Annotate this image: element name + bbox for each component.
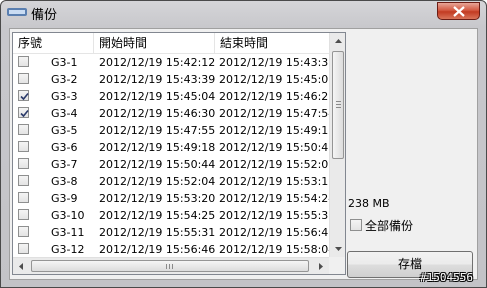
- scroll-left-icon[interactable]: [13, 258, 30, 275]
- horizontal-scrollbar[interactable]: [13, 257, 329, 275]
- table-row[interactable]: G3-7 2012/12/19 15:50:44 2012/12/19 15:52:…: [13, 156, 335, 173]
- scroll-corner: [329, 257, 345, 274]
- row-end-time: 2012/12/19 15:45:03: [219, 73, 336, 86]
- column-header-end[interactable]: 結束時間: [215, 33, 329, 53]
- row-checkbox[interactable]: [18, 158, 29, 169]
- row-id: G3-11: [51, 226, 85, 239]
- table-row[interactable]: G3-11 2012/12/19 15:55:31 2012/12/19 15:56…: [13, 224, 335, 241]
- row-checkbox[interactable]: [18, 56, 29, 67]
- table-row[interactable]: G3-1 2012/12/19 15:42:12 2012/12/19 15:43:…: [13, 54, 335, 71]
- row-id: G3-12: [51, 243, 85, 256]
- row-checkbox[interactable]: [18, 141, 29, 152]
- row-start-time: 2012/12/19 15:43:39: [99, 73, 216, 86]
- column-header-start[interactable]: 開始時間: [94, 33, 214, 53]
- row-id: G3-8: [51, 175, 78, 188]
- row-id: G3-2: [51, 73, 78, 86]
- list-header: 序號 開始時間 結束時間: [13, 33, 329, 54]
- backup-all-checkbox[interactable]: [350, 219, 362, 231]
- row-checkbox[interactable]: [18, 107, 29, 118]
- row-end-time: 2012/12/19 15:49:17: [219, 124, 336, 137]
- vertical-scroll-thumb[interactable]: [332, 51, 344, 159]
- row-start-time: 2012/12/19 15:54:25: [99, 209, 216, 222]
- app-icon: [7, 8, 27, 16]
- row-end-time: 2012/12/19 15:53:19: [219, 175, 336, 188]
- row-start-time: 2012/12/19 15:55:31: [99, 226, 216, 239]
- row-id: G3-3: [51, 90, 78, 103]
- backup-list: 序號 開始時間 結束時間 G3-1 2012/12/19 15:42:12 2012…: [12, 32, 346, 275]
- row-end-time: 2012/12/19 15:58:04: [219, 243, 336, 256]
- dialog-body: 序號 開始時間 結束時間 G3-1 2012/12/19 15:42:12 2012…: [9, 28, 478, 280]
- row-checkbox[interactable]: [18, 243, 29, 254]
- row-checkbox[interactable]: [18, 226, 29, 237]
- row-checkbox[interactable]: [18, 209, 29, 220]
- row-start-time: 2012/12/19 15:45:04: [99, 90, 216, 103]
- row-end-time: 2012/12/19 15:56:45: [219, 226, 336, 239]
- window-title: 備份: [31, 8, 58, 23]
- grip-line: [166, 264, 167, 269]
- row-id: G3-9: [51, 192, 78, 205]
- row-start-time: 2012/12/19 15:52:04: [99, 175, 216, 188]
- scroll-down-icon[interactable]: [330, 240, 346, 257]
- row-end-time: 2012/12/19 15:47:54: [219, 107, 336, 120]
- backup-all-label[interactable]: 全部備份: [365, 217, 413, 234]
- row-start-time: 2012/12/19 15:46:30: [99, 107, 216, 120]
- row-checkbox[interactable]: [18, 90, 29, 101]
- backup-window: 備份 序號 開始時間 結束時間 G3-1 2012/12/19 15:42:12 2…: [0, 0, 487, 288]
- horizontal-scroll-thumb[interactable]: [31, 260, 309, 272]
- close-icon: [453, 6, 465, 17]
- title-bar[interactable]: 備份: [1, 1, 486, 25]
- table-row[interactable]: G3-5 2012/12/19 15:47:55 2012/12/19 15:49:…: [13, 122, 335, 139]
- row-start-time: 2012/12/19 15:50:44: [99, 158, 216, 171]
- row-end-time: 2012/12/19 15:52:03: [219, 158, 336, 171]
- row-id: G3-7: [51, 158, 78, 171]
- row-start-time: 2012/12/19 15:42:12: [99, 56, 216, 69]
- close-button[interactable]: [437, 2, 480, 20]
- checkmark-icon: [20, 92, 29, 101]
- grip-line: [336, 104, 341, 105]
- table-row[interactable]: G3-4 2012/12/19 15:46:30 2012/12/19 15:47:…: [13, 105, 335, 122]
- table-row[interactable]: G3-12 2012/12/19 15:56:46 2012/12/19 15:58…: [13, 241, 335, 258]
- row-end-time: 2012/12/19 15:46:29: [219, 90, 336, 103]
- checkmark-icon: [20, 109, 29, 118]
- row-checkbox[interactable]: [18, 192, 29, 203]
- grip-line: [336, 101, 341, 102]
- table-row[interactable]: G3-6 2012/12/19 15:49:18 2012/12/19 15:50:…: [13, 139, 335, 156]
- row-id: G3-4: [51, 107, 78, 120]
- grip-line: [336, 107, 341, 108]
- table-row[interactable]: G3-8 2012/12/19 15:52:04 2012/12/19 15:53:…: [13, 173, 335, 190]
- grip-line: [169, 264, 170, 269]
- row-id: G3-1: [51, 56, 78, 69]
- table-row[interactable]: G3-2 2012/12/19 15:43:39 2012/12/19 15:45:…: [13, 71, 335, 88]
- row-end-time: 2012/12/19 15:55:30: [219, 209, 336, 222]
- row-end-time: 2012/12/19 15:54:24: [219, 192, 336, 205]
- row-id: G3-10: [51, 209, 85, 222]
- scroll-right-icon[interactable]: [312, 258, 329, 275]
- grip-line: [172, 264, 173, 269]
- row-start-time: 2012/12/19 15:56:46: [99, 243, 216, 256]
- vertical-scrollbar[interactable]: [329, 33, 346, 257]
- row-end-time: 2012/12/19 15:43:39: [219, 56, 336, 69]
- row-id: G3-5: [51, 124, 78, 137]
- table-row[interactable]: G3-10 2012/12/19 15:54:25 2012/12/19 15:55…: [13, 207, 335, 224]
- row-start-time: 2012/12/19 15:53:20: [99, 192, 216, 205]
- row-id: G3-6: [51, 141, 78, 154]
- backup-size-label: 238 MB: [348, 197, 390, 210]
- row-end-time: 2012/12/19 15:50:43: [219, 141, 336, 154]
- column-header-id[interactable]: 序號: [13, 33, 93, 53]
- table-row[interactable]: G3-9 2012/12/19 15:53:20 2012/12/19 15:54:…: [13, 190, 335, 207]
- scroll-up-icon[interactable]: [330, 33, 346, 50]
- watermark-text: #1504556: [420, 271, 473, 284]
- row-start-time: 2012/12/19 15:49:18: [99, 141, 216, 154]
- table-row[interactable]: G3-3 2012/12/19 15:45:04 2012/12/19 15:46:…: [13, 88, 335, 105]
- row-checkbox[interactable]: [18, 175, 29, 186]
- row-checkbox[interactable]: [18, 73, 29, 84]
- row-checkbox[interactable]: [18, 124, 29, 135]
- row-start-time: 2012/12/19 15:47:55: [99, 124, 216, 137]
